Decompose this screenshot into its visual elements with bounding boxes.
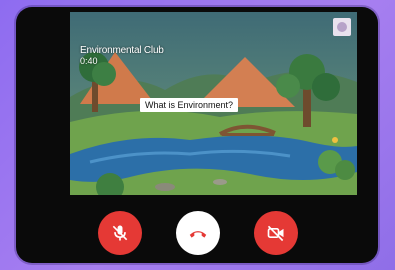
call-controls <box>16 211 378 255</box>
avatar-icon <box>337 22 347 32</box>
phone-frame: Environmental Club 0:40 What is Environm… <box>16 7 378 263</box>
live-caption: What is Environment? <box>140 98 239 112</box>
self-view-avatar[interactable] <box>333 18 351 36</box>
meeting-title: Environmental Club <box>80 45 164 56</box>
toggle-camera-button[interactable] <box>254 211 298 255</box>
videocam-off-icon <box>267 225 284 242</box>
mic-off-icon <box>112 225 128 241</box>
mute-mic-button[interactable] <box>98 211 142 255</box>
end-call-icon <box>189 231 207 238</box>
end-call-button[interactable] <box>176 211 220 255</box>
video-feed: Environmental Club 0:40 What is Environm… <box>70 12 357 195</box>
call-timer: 0:40 <box>80 56 98 66</box>
